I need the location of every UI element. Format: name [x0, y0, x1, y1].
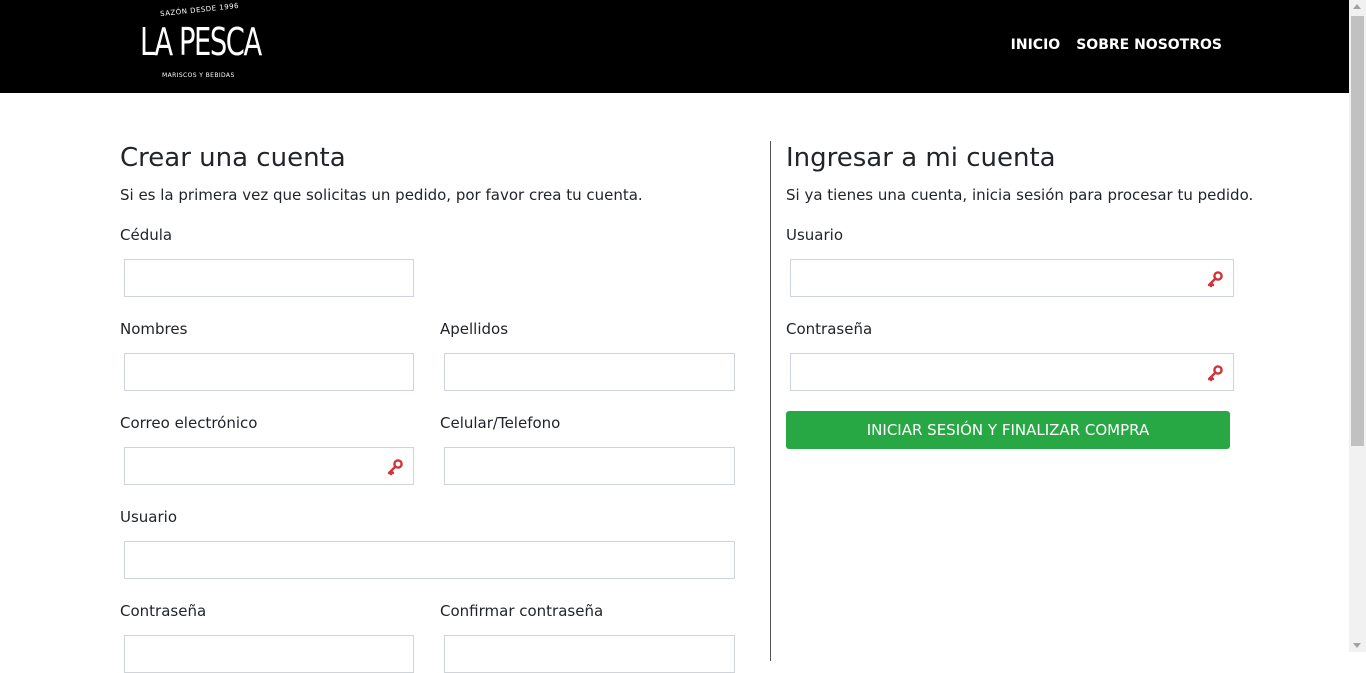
key-icon[interactable]: [386, 458, 404, 476]
section-divider: [770, 141, 771, 661]
logo-brand: LA PESCA: [140, 20, 262, 64]
usuario-login-label: Usuario: [786, 226, 844, 244]
key-icon[interactable]: [1206, 364, 1224, 382]
contrasena-register-input[interactable]: [124, 635, 414, 673]
usuario-login-input[interactable]: [790, 259, 1234, 297]
key-icon[interactable]: [1206, 270, 1224, 288]
scrollbar[interactable]: [1349, 0, 1366, 652]
correo-input[interactable]: [124, 447, 414, 485]
nav-link-inicio[interactable]: INICIO: [1011, 37, 1061, 53]
contrasena-login-input[interactable]: [790, 353, 1234, 391]
apellidos-input[interactable]: [444, 353, 735, 391]
logo-subtitle: MARISCOS Y BEBIDAS: [162, 72, 235, 79]
register-subtitle: Si es la primera vez que solicitas un pe…: [120, 186, 643, 204]
scroll-up-icon[interactable]: [1353, 4, 1361, 9]
cedula-input[interactable]: [124, 259, 414, 297]
usuario-register-label: Usuario: [120, 508, 178, 526]
confirmar-label: Confirmar contraseña: [440, 602, 604, 620]
nombres-input[interactable]: [124, 353, 414, 391]
confirmar-input[interactable]: [444, 635, 735, 673]
contrasena-login-label: Contraseña: [786, 320, 873, 338]
celular-label: Celular/Telefono: [440, 414, 561, 432]
contrasena-register-label: Contraseña: [120, 602, 207, 620]
register-title: Crear una cuenta: [120, 143, 346, 173]
nav-link-sobre-nosotros[interactable]: SOBRE NOSOTROS: [1076, 37, 1222, 53]
login-subtitle: Si ya tienes una cuenta, inicia sesión p…: [786, 186, 1254, 204]
logo-tagline: SAZÓN DESDE 1996: [159, 1, 240, 19]
correo-label: Correo electrónico: [120, 414, 258, 432]
logo[interactable]: SAZÓN DESDE 1996 LA PESCA MARISCOS Y BEB…: [138, 1, 262, 84]
scrollbar-thumb[interactable]: [1351, 16, 1364, 446]
login-title: Ingresar a mi cuenta: [786, 143, 1056, 173]
celular-input[interactable]: [444, 447, 735, 485]
cedula-label: Cédula: [120, 226, 173, 244]
navbar: SAZÓN DESDE 1996 LA PESCA MARISCOS Y BEB…: [0, 0, 1349, 93]
apellidos-label: Apellidos: [440, 320, 509, 338]
scroll-down-icon[interactable]: [1353, 643, 1361, 648]
nombres-label: Nombres: [120, 320, 188, 338]
login-submit-button[interactable]: INICIAR SESIÓN Y FINALIZAR COMPRA: [786, 411, 1230, 449]
usuario-register-input[interactable]: [124, 541, 735, 579]
nav-links: INICIO SOBRE NOSOTROS: [1011, 37, 1222, 53]
